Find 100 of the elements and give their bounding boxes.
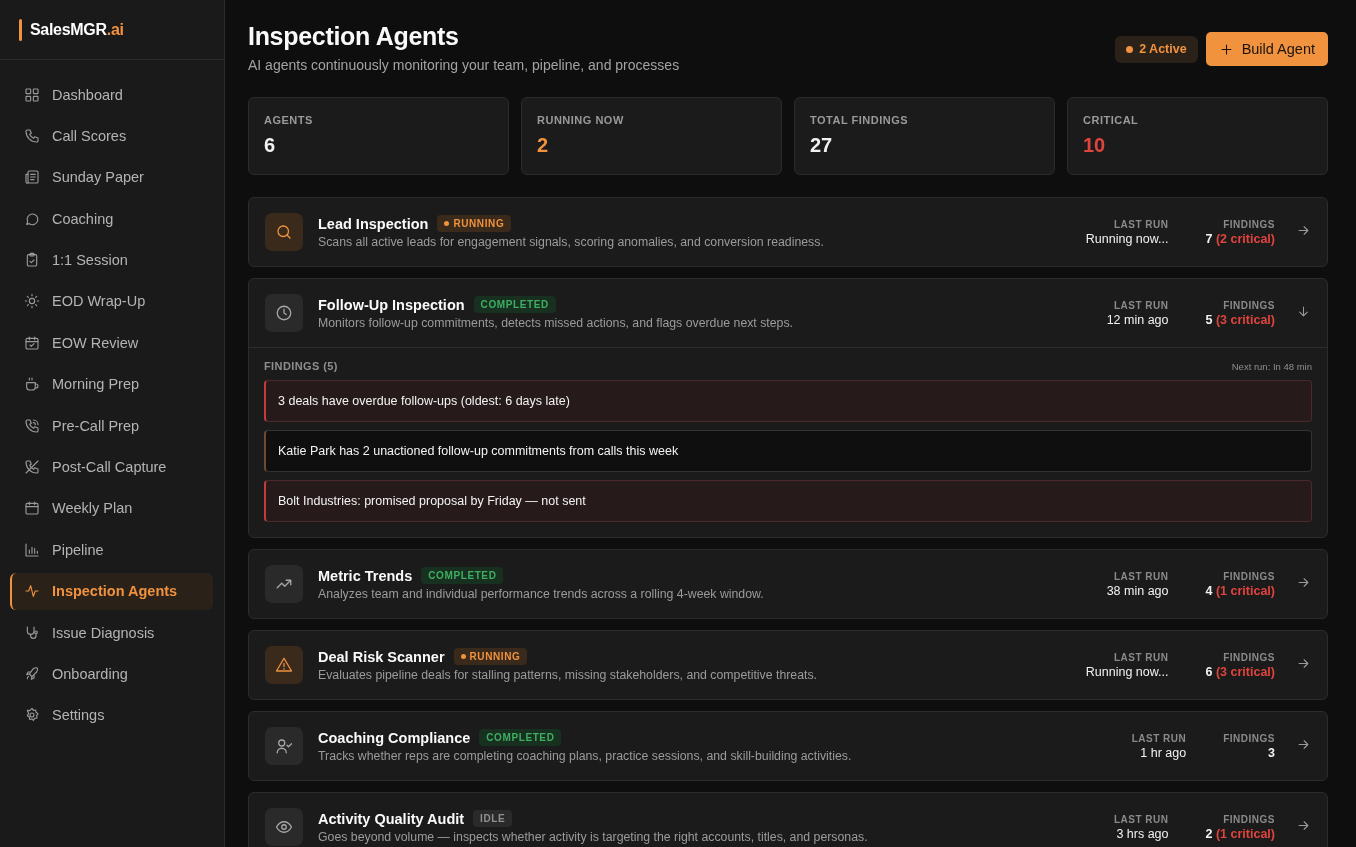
finding-item[interactable]: Bolt Industries: promised proposal by Friday — not sent (264, 480, 1312, 522)
last-run-value: 3 hrs ago (1116, 826, 1169, 841)
plus-icon (1218, 41, 1234, 57)
nav-item[interactable]: Issue Diagnosis (10, 614, 213, 652)
stat-label: CRITICAL (1083, 114, 1140, 126)
last-run-label: LAST RUN (1113, 813, 1169, 825)
status-badge: RUNNING (437, 215, 512, 232)
agent-description: Analyzes team and individual performance trends across a rolling 4-week window. (318, 587, 765, 601)
agent-description: Tracks whether reps are completing coaching plans, practice sessions, and skill-building activities. (318, 749, 853, 763)
agent-description: Monitors follow-up commitments, detects missed actions, and flags overdue next steps. (318, 316, 794, 330)
stat-label: TOTAL FINDINGS (810, 114, 910, 126)
findings-label: FINDINGS (1223, 570, 1275, 582)
logo: SalesMGR.ai (30, 20, 124, 39)
agent-card[interactable]: Activity Quality Audit IDLE Goes beyond volume — inspects whether activity is targeting the right accounts, titles, and personas. LAST RUN 3 hrs ago FINDINGS 2 (1 critical) (248, 792, 1328, 847)
nav-item[interactable]: Settings (10, 696, 213, 734)
findings-count: 4 (1 critical) (1205, 583, 1275, 598)
agent-description: Evaluates pipeline deals for stalling patterns, missing stakeholders, and competitive threats. (318, 668, 818, 682)
newspaper-icon (24, 169, 40, 186)
nav-item[interactable]: Pipeline (10, 531, 213, 569)
stat-value: 2 (537, 134, 550, 157)
nav-item[interactable]: Morning Prep (10, 365, 213, 403)
nav-item[interactable]: EOD Wrap-Up (10, 282, 213, 320)
pulse-icon (24, 583, 40, 600)
status-badge: COMPLETED (473, 296, 556, 313)
nav-item[interactable]: Dashboard (10, 76, 213, 113)
agent-name: Coaching Compliance (318, 729, 471, 746)
sun-icon (24, 293, 40, 310)
last-run-label: LAST RUN (1113, 651, 1169, 663)
bar-chart-icon (24, 541, 40, 558)
findings-label: FINDINGS (1223, 651, 1275, 663)
nav-item[interactable]: 1:1 Session (10, 241, 213, 279)
last-run-value: 12 min ago (1106, 312, 1169, 327)
eye-icon (275, 818, 293, 836)
agent-name: Lead Inspection (318, 215, 429, 232)
grid-icon (24, 86, 40, 103)
agent-description: Scans all active leads for engagement signals, scoring anomalies, and conversion readiness. (318, 235, 825, 249)
agent-name: Follow-Up Inspection (318, 296, 465, 313)
last-run-value: 1 hr ago (1140, 745, 1187, 760)
last-run-label: LAST RUN (1113, 570, 1169, 582)
last-run-value: Running now... (1085, 231, 1169, 246)
arrow-down-icon (1296, 303, 1311, 319)
findings-count: 2 (1 critical) (1205, 826, 1275, 841)
nav-item[interactable]: Pre-Call Prep (10, 407, 213, 445)
nav-item[interactable]: Onboarding (10, 655, 213, 693)
search-icon (275, 223, 293, 241)
nav-item[interactable]: Sunday Paper (10, 158, 213, 196)
nav-item[interactable]: EOW Review (10, 324, 213, 362)
agent-name: Activity Quality Audit (318, 810, 465, 827)
nav-item[interactable]: Call Scores (10, 117, 213, 155)
findings-label: FINDINGS (1223, 299, 1275, 311)
build-agent-button[interactable]: Build Agent (1205, 32, 1328, 66)
last-run-label: LAST RUN (1113, 299, 1169, 311)
page-title: Inspection Agents (248, 22, 460, 51)
findings-count: 5 (3 critical) (1205, 312, 1275, 327)
rocket-icon (24, 665, 40, 682)
stat-label: RUNNING NOW (537, 114, 625, 126)
last-run-value: Running now... (1085, 664, 1169, 679)
last-run-label: LAST RUN (1113, 218, 1169, 230)
stat-value: 6 (264, 134, 277, 157)
settings-icon (24, 707, 40, 724)
warning-icon (275, 656, 293, 674)
clock-icon (275, 304, 293, 322)
agent-name: Deal Risk Scanner (318, 648, 445, 665)
stat-value: 10 (1083, 134, 1107, 157)
findings-count: 7 (2 critical) (1205, 231, 1275, 246)
findings-count: 6 (3 critical) (1205, 664, 1275, 679)
agent-name: Metric Trends (318, 567, 413, 584)
user-check-icon (275, 737, 293, 755)
finding-item[interactable]: Katie Park has 2 unactioned follow-up commitments from calls this week (264, 430, 1312, 472)
nav-item[interactable]: Post-Call Capture (10, 448, 213, 486)
brand-bar (19, 18, 22, 41)
agent-card[interactable]: Coaching Compliance COMPLETED Tracks whether reps are completing coaching plans, practice sessions, and skill-building activities. LAST RUN 1 hr ago FINDINGS 3 (248, 711, 1328, 781)
stat-label: AGENTS (264, 114, 314, 126)
nav-item[interactable]: Inspection Agents (10, 572, 213, 610)
agent-card[interactable]: Deal Risk Scanner RUNNING Evaluates pipeline deals for stalling patterns, missing stakeholders, and competitive threats. LAST RUN Running now... FINDINGS 6 (3 critical) (248, 630, 1328, 700)
findings-heading: FINDINGS (5) (264, 360, 338, 372)
status-badge: IDLE (473, 810, 513, 827)
status-badge: RUNNING (453, 648, 528, 665)
chat-bubble-icon (24, 210, 40, 227)
phone-icon (24, 127, 40, 144)
phone-call-icon (24, 417, 40, 434)
coffee-cup-icon (24, 376, 40, 393)
page-subtitle: AI agents continuously monitoring your team, pipeline, and processes (248, 57, 680, 73)
agent-card[interactable]: Lead Inspection RUNNING Scans all active leads for engagement signals, scoring anomalies, and conversion readiness. LAST RUN Running now... FINDINGS 7 (2 critical) (248, 197, 1328, 267)
phone-off-icon (24, 459, 40, 475)
findings-label: FINDINGS (1223, 732, 1275, 744)
finding-item[interactable]: 3 deals have overdue follow-ups (oldest: 6 days late) (264, 380, 1312, 422)
findings-label: FINDINGS (1223, 813, 1275, 825)
calendar-check-icon (24, 334, 40, 351)
stethoscope-icon (24, 624, 40, 641)
status-badge: COMPLETED (479, 729, 562, 746)
findings-label: FINDINGS (1223, 218, 1275, 230)
nav-item[interactable]: Weekly Plan (10, 489, 213, 527)
calendar-icon (24, 500, 40, 517)
active-status-badge: 2 Active (1115, 35, 1198, 63)
agent-card[interactable]: Metric Trends COMPLETED Analyzes team and individual performance trends across a rolling 4-week window. LAST RUN 38 min ago FINDINGS 4 (1 critical) (248, 549, 1328, 619)
clipboard-check-icon (24, 252, 40, 269)
agent-card[interactable] (248, 278, 1328, 538)
nav-item[interactable]: Coaching (10, 200, 213, 238)
agent-description: Goes beyond volume — inspects whether activity is targeting the right accounts, titles, and personas. (318, 830, 869, 844)
